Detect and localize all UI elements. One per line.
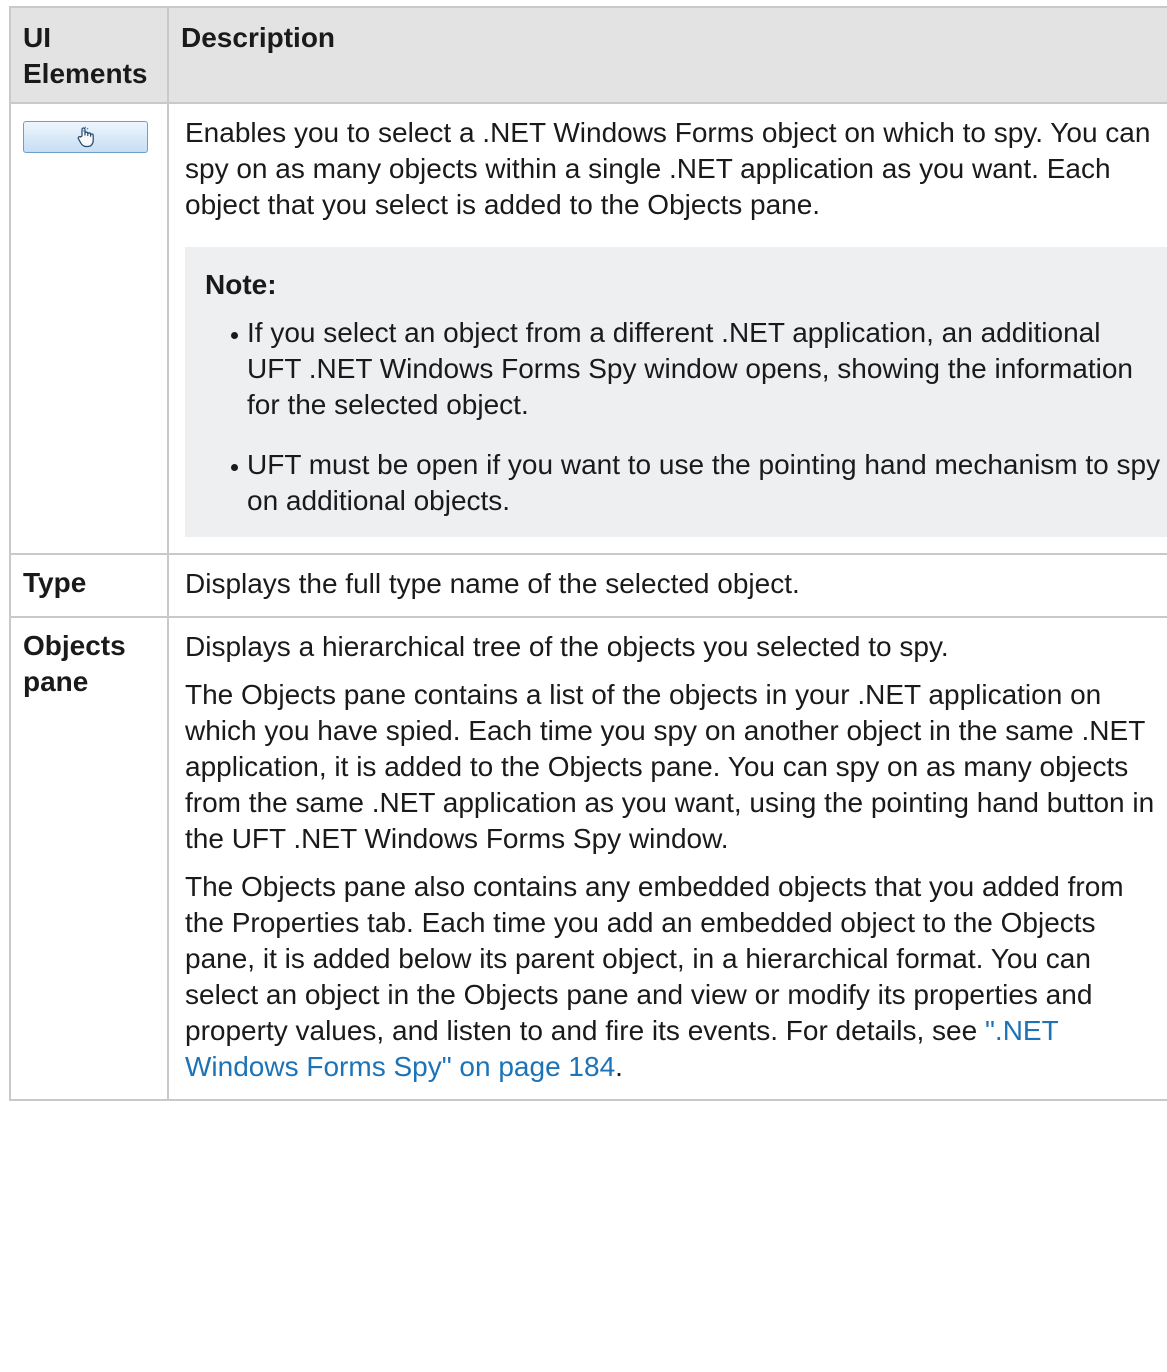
objects-pane-paragraph: The Objects pane also contains any embed… <box>185 869 1166 1085</box>
sentence-end: . <box>615 1051 623 1082</box>
type-description-text: Displays the full type name of the selec… <box>185 568 800 599</box>
note-list: If you select an object from a different… <box>205 315 1162 519</box>
ui-element-cell <box>9 102 169 555</box>
description-cell: Enables you to select a .NET Windows For… <box>167 102 1167 555</box>
pointing-hand-icon <box>77 126 94 148</box>
objects-pane-paragraph: The Objects pane contains a list of the … <box>185 679 1155 854</box>
header-description: Description <box>167 6 1167 104</box>
ui-element-label-objects-pane: Objects pane <box>9 616 169 1101</box>
type-description: Displays the full type name of the selec… <box>167 553 1167 618</box>
ui-element-label-type: Type <box>9 553 169 618</box>
table-header-row: UI Elements Description <box>9 6 1167 104</box>
pointing-hand-button[interactable] <box>23 121 148 153</box>
table-row-type: Type Displays the full type name of the … <box>9 553 1167 618</box>
table-row-objects-pane: Objects pane Displays a hierarchical tre… <box>9 616 1167 1101</box>
objects-pane-description: Displays a hierarchical tree of the obje… <box>167 616 1167 1101</box>
note-box: Note: If you select an object from a dif… <box>185 247 1167 537</box>
note-title: Note: <box>205 269 277 300</box>
table-row-hand-button: Enables you to select a .NET Windows For… <box>9 102 1167 555</box>
note-item: If you select an object from a different… <box>231 315 1162 423</box>
note-item: UFT must be open if you want to use the … <box>231 447 1162 519</box>
ui-elements-table: UI Elements Description Enables you to s… <box>9 6 1167 1101</box>
objects-pane-paragraph: Displays a hierarchical tree of the obje… <box>185 631 949 662</box>
hand-button-description: Enables you to select a .NET Windows For… <box>185 117 1151 220</box>
header-ui-elements: UI Elements <box>9 6 169 104</box>
objects-pane-last-text: The Objects pane also contains any embed… <box>185 871 1124 1046</box>
